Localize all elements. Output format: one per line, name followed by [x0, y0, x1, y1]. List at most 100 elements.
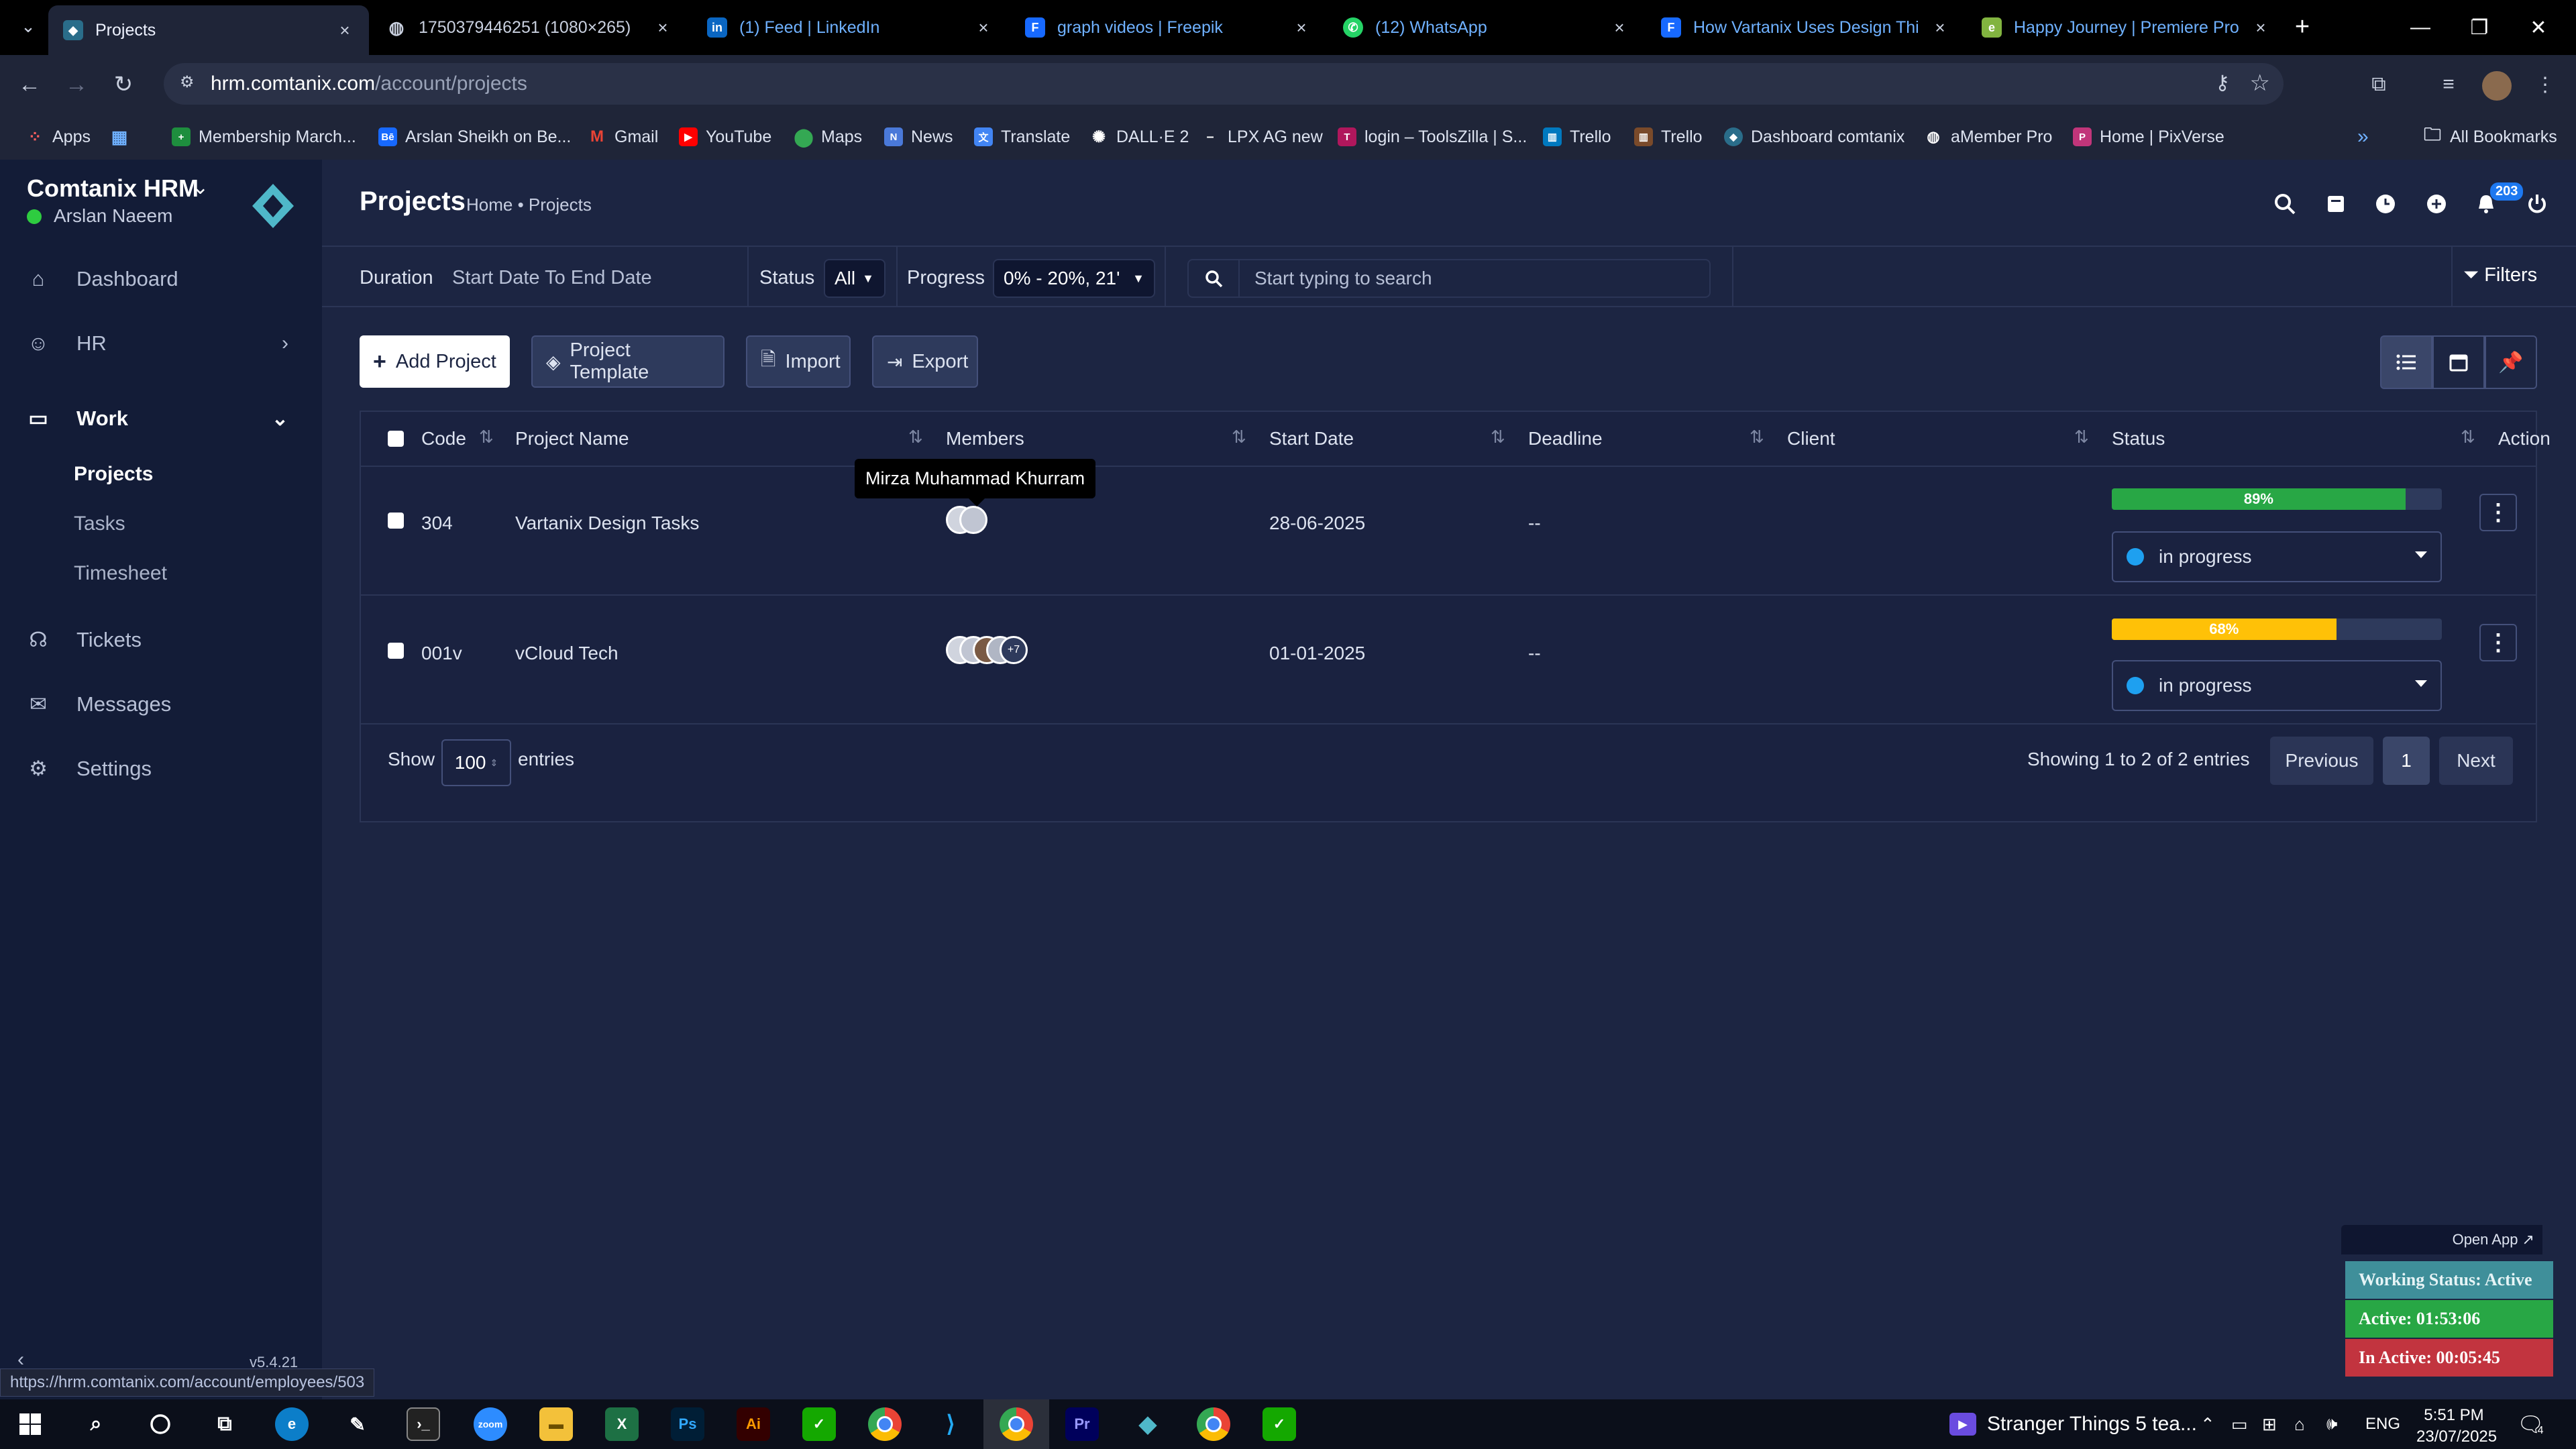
project-template-button[interactable]: ◈ Project Template: [531, 335, 724, 388]
tab-search-button[interactable]: ⌄: [16, 16, 40, 40]
bookmark-amember[interactable]: ◍ aMember Pro: [1924, 123, 2052, 150]
column-header-client[interactable]: Client: [1787, 412, 1835, 466]
cortana-icon[interactable]: [144, 1407, 177, 1441]
bookmark-lpx[interactable]: – LPX AG new: [1201, 123, 1322, 150]
media-queue-icon[interactable]: ≡: [2435, 71, 2462, 98]
chrome-icon[interactable]: [868, 1407, 902, 1441]
upwork-icon-2[interactable]: ✓: [1263, 1407, 1296, 1441]
sidebar-item-hr[interactable]: ☺ HR ›: [27, 323, 309, 364]
search-icon[interactable]: ⌕: [79, 1407, 113, 1441]
plus-circle-icon[interactable]: [2423, 191, 2450, 217]
chrome-profile-icon[interactable]: [1000, 1407, 1033, 1441]
sidebar-item-tasks[interactable]: Tasks: [74, 513, 125, 535]
status-dropdown[interactable]: in progress: [2112, 660, 2442, 711]
sidebar-item-dashboard[interactable]: ⌂ Dashboard: [27, 259, 309, 299]
select-all-checkbox[interactable]: [388, 431, 404, 447]
close-icon[interactable]: ×: [1610, 18, 1629, 37]
chrome-icon-2[interactable]: [1197, 1407, 1230, 1441]
status-dropdown[interactable]: in progress: [2112, 531, 2442, 582]
minimize-button[interactable]: —: [2391, 0, 2450, 55]
sort-icon[interactable]: ⇅: [1232, 427, 1246, 447]
previous-button[interactable]: Previous: [2270, 737, 2373, 785]
close-icon[interactable]: ×: [974, 18, 993, 37]
media-widget[interactable]: ▶ Stranger Things 5 tea...: [1949, 1399, 2197, 1449]
project-name[interactable]: Vartanix Design Tasks: [515, 513, 699, 534]
bookmark-news[interactable]: N News: [884, 123, 953, 150]
filters-button[interactable]: ⏷ Filters: [2463, 264, 2537, 286]
profile-avatar[interactable]: [2482, 71, 2512, 101]
app-name[interactable]: Comtanix HRM: [27, 174, 199, 203]
zoom-icon[interactable]: zoom: [474, 1407, 507, 1441]
volume-icon[interactable]: 🕪: [2326, 1399, 2337, 1449]
sort-icon[interactable]: ⇅: [1750, 427, 1764, 447]
sidebar-item-settings[interactable]: ⚙ Settings: [27, 749, 309, 789]
collapse-sidebar-icon[interactable]: ‹: [17, 1348, 24, 1371]
tab-image[interactable]: ◍ 1750379446251 (1080×265) ×: [372, 7, 687, 48]
row-checkbox[interactable]: [388, 643, 404, 659]
column-header-project-name[interactable]: Project Name: [515, 412, 629, 466]
clock-icon[interactable]: [2372, 191, 2399, 217]
export-button[interactable]: ⇥ Export: [872, 335, 978, 388]
sidebar-item-work[interactable]: ▭ Work ⌄: [27, 398, 309, 439]
bookmark-pixverse[interactable]: P Home | PixVerse: [2073, 123, 2224, 150]
close-icon[interactable]: ×: [1931, 18, 1949, 37]
search-input[interactable]: [1240, 267, 1709, 290]
new-tab-button[interactable]: +: [2288, 13, 2317, 43]
vscode-icon[interactable]: ⟩: [934, 1407, 967, 1441]
meet-now-icon[interactable]: ▭: [2231, 1399, 2248, 1449]
bookmark-comtanix[interactable]: ◆ Dashboard comtanix: [1724, 123, 1904, 150]
status-select[interactable]: All ▼: [824, 259, 885, 298]
bookmark-star-icon[interactable]: ☆: [2250, 70, 2270, 97]
column-header-members[interactable]: Members: [946, 412, 1024, 466]
close-icon[interactable]: ×: [2251, 18, 2270, 37]
sort-icon[interactable]: ⇅: [1491, 427, 1505, 447]
sort-icon[interactable]: ⇅: [2074, 427, 2089, 447]
network-icon[interactable]: ⌂: [2294, 1399, 2305, 1449]
bookmarks-overflow[interactable]: »: [2357, 123, 2369, 150]
tray-chevron-icon[interactable]: ⌃: [2200, 1399, 2215, 1449]
tab-freepik[interactable]: F graph videos | Freepik ×: [1010, 7, 1326, 48]
sort-icon[interactable]: ⇅: [479, 427, 494, 447]
restore-button[interactable]: ❐: [2450, 0, 2509, 55]
sidebar-item-timesheet[interactable]: Timesheet: [74, 562, 167, 585]
bookmark-youtube[interactable]: ▶ YouTube: [679, 123, 771, 150]
chevron-down-icon[interactable]: ⌄: [192, 176, 209, 199]
row-checkbox[interactable]: [388, 513, 404, 529]
upwork-icon[interactable]: ✓: [802, 1407, 836, 1441]
row-actions-button[interactable]: ⋮: [2479, 624, 2517, 661]
bookmark-trello-2[interactable]: ▥ Trello: [1634, 123, 1703, 150]
back-button[interactable]: ←: [15, 70, 44, 99]
page-1-button[interactable]: 1: [2383, 737, 2430, 785]
all-bookmarks[interactable]: 🗀 All Bookmarks: [2423, 123, 2557, 150]
search-icon[interactable]: [2271, 191, 2298, 217]
display-icon[interactable]: ⊞: [2262, 1399, 2277, 1449]
list-view-button[interactable]: [2380, 335, 2432, 389]
close-icon[interactable]: ×: [335, 21, 354, 40]
illustrator-icon[interactable]: Ai: [737, 1407, 770, 1441]
photoshop-icon[interactable]: Ps: [671, 1407, 704, 1441]
address-bar[interactable]: ⚙ hrm.comtanix.com/account/projects ⚷ ☆: [164, 63, 2284, 105]
tab-envato[interactable]: e Happy Journey | Premiere Pro M ×: [1967, 7, 2285, 48]
bookmark-maps[interactable]: ⬤ Maps: [794, 123, 862, 150]
tab-projects[interactable]: ◆ Projects ×: [48, 5, 369, 55]
avatar[interactable]: [959, 506, 987, 534]
close-window-button[interactable]: ✕: [2509, 0, 2568, 55]
close-icon[interactable]: ×: [1292, 18, 1311, 37]
extensions-icon[interactable]: ⧉: [2365, 71, 2392, 98]
site-info-icon[interactable]: ⚙: [180, 72, 201, 94]
terminal-icon[interactable]: ›_: [407, 1407, 440, 1441]
calendar-view-button[interactable]: [2432, 335, 2485, 389]
close-icon[interactable]: ×: [653, 18, 672, 37]
file-explorer-icon[interactable]: ▬: [539, 1407, 573, 1441]
duration-range[interactable]: Start Date To End Date: [452, 267, 652, 289]
power-icon[interactable]: [2524, 191, 2551, 217]
add-project-button[interactable]: + Add Project: [360, 335, 510, 388]
bookmark-membership[interactable]: + Membership March...: [172, 123, 356, 150]
search-field[interactable]: [1187, 259, 1711, 298]
comtanix-app-icon[interactable]: ◆: [1131, 1407, 1165, 1441]
excel-icon[interactable]: X: [605, 1407, 639, 1441]
language-indicator[interactable]: ENG: [2365, 1399, 2400, 1449]
pen-tool-icon[interactable]: ✎: [341, 1407, 374, 1441]
tab-vartanix-article[interactable]: F How Vartanix Uses Design Thin ×: [1646, 7, 1964, 48]
column-header-status[interactable]: Status: [2112, 412, 2165, 466]
